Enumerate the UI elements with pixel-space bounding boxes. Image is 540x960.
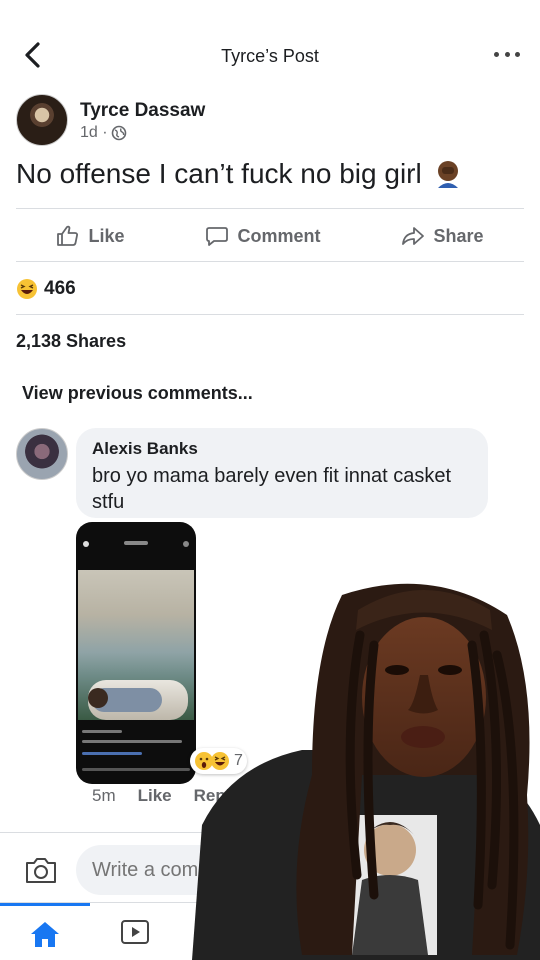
post-header: Tyrce Dassaw 1d · bbox=[16, 94, 524, 150]
author-avatar[interactable] bbox=[16, 94, 68, 146]
comment-button[interactable]: Comment bbox=[205, 224, 321, 248]
attachment-header bbox=[83, 541, 189, 547]
comment-bubble[interactable]: Alexis Banks bro yo mama barely even fit… bbox=[76, 428, 488, 518]
globe-icon bbox=[111, 125, 126, 141]
divider bbox=[16, 261, 524, 262]
reaction-summary[interactable]: 466 bbox=[16, 275, 76, 303]
attachment-photo bbox=[78, 570, 194, 720]
laugh-emoji-icon bbox=[17, 279, 37, 299]
commenter-avatar[interactable] bbox=[16, 428, 68, 480]
attachment-caption bbox=[76, 722, 196, 784]
comment-attachment-image[interactable] bbox=[76, 522, 196, 784]
more-icon-dot bbox=[515, 51, 520, 57]
thumbs-up-icon bbox=[57, 225, 79, 246]
comment-like-button[interactable]: Like bbox=[138, 786, 172, 806]
caption-line bbox=[82, 752, 142, 755]
video-icon bbox=[121, 920, 149, 944]
caption-line bbox=[82, 730, 122, 733]
comment-author[interactable]: Alexis Banks bbox=[92, 439, 472, 459]
head-shape bbox=[88, 688, 108, 708]
post-body: No offense I can’t fuck no big girl bbox=[16, 158, 422, 189]
post-text: No offense I can’t fuck no big girl bbox=[16, 158, 526, 190]
caption-line bbox=[82, 740, 182, 743]
nav-home-tab[interactable] bbox=[0, 903, 90, 960]
camera-button[interactable] bbox=[24, 855, 58, 885]
share-label: Share bbox=[433, 225, 484, 246]
like-button[interactable]: Like bbox=[56, 224, 125, 248]
facepalm-emoji-icon bbox=[437, 161, 458, 188]
post-time-text: 1d · bbox=[80, 124, 108, 141]
camera-icon bbox=[26, 858, 56, 883]
nav-watch-tab[interactable] bbox=[90, 903, 180, 960]
post-actions: Like Comment Share bbox=[16, 212, 524, 260]
more-icon-dot bbox=[504, 51, 510, 57]
author-name[interactable]: Tyrce Dassaw bbox=[80, 100, 205, 122]
share-button[interactable]: Share bbox=[401, 224, 484, 248]
comment-text: bro yo mama barely even fit innat casket… bbox=[92, 465, 452, 513]
home-icon bbox=[31, 921, 59, 947]
post-timestamp: 1d · bbox=[80, 124, 127, 142]
overlay-person-image bbox=[192, 583, 540, 960]
share-icon bbox=[402, 227, 425, 245]
divider bbox=[16, 208, 524, 209]
comment-label: Comment bbox=[237, 225, 321, 246]
reaction-count: 466 bbox=[44, 278, 76, 299]
like-label: Like bbox=[88, 225, 125, 246]
view-previous-comments[interactable]: View previous comments... bbox=[22, 383, 253, 404]
more-button[interactable] bbox=[494, 42, 520, 66]
page-title: Tyrce’s Post bbox=[221, 46, 319, 66]
more-icon bbox=[494, 51, 499, 57]
shares-count[interactable]: 2,138 Shares bbox=[16, 331, 126, 352]
comment-time: 5m bbox=[92, 786, 116, 805]
caption-line bbox=[82, 768, 190, 771]
top-bar: Tyrce’s Post bbox=[0, 0, 540, 84]
divider bbox=[16, 314, 524, 315]
comment-icon bbox=[206, 227, 229, 246]
